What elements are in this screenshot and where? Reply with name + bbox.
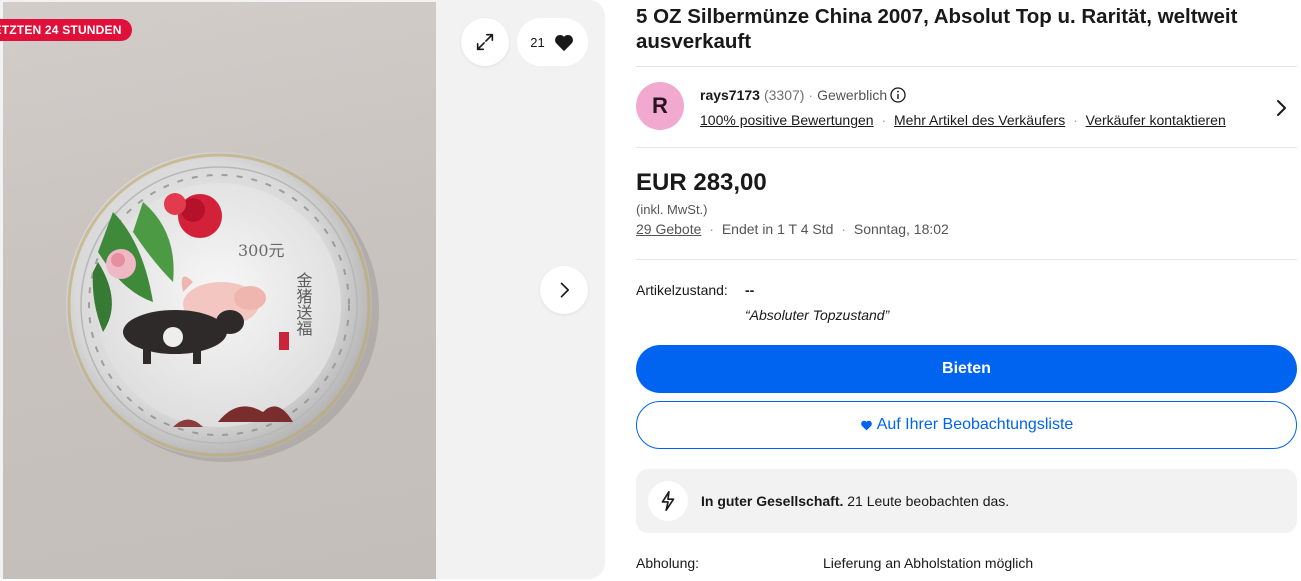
pickup-value: Lieferung an Abholstation möglich xyxy=(823,555,1034,571)
heart-icon xyxy=(860,420,872,431)
social-proof-box: In guter Gesellschaft. 21 Leute beobacht… xyxy=(636,469,1297,533)
seller-avatar[interactable]: R xyxy=(636,82,684,130)
separator: · xyxy=(881,112,887,128)
expand-image-button[interactable] xyxy=(461,18,509,66)
seller-name[interactable]: rays7173 xyxy=(700,86,760,104)
coin-denomination: 300元 xyxy=(238,241,285,260)
seller-links: 100% positive Bewertungen · Mehr Artikel… xyxy=(700,111,1226,129)
watch-count-button[interactable]: 21 xyxy=(517,18,588,66)
watchlist-label: Auf Ihrer Beobachtungsliste xyxy=(876,416,1074,433)
bids-link[interactable]: 29 Gebote xyxy=(636,221,701,237)
coin-illustration: 300元 金猪送福 xyxy=(66,152,379,462)
expand-icon xyxy=(476,33,494,51)
watch-count: 21 xyxy=(530,34,545,50)
chevron-right-icon xyxy=(560,282,569,298)
separator: · xyxy=(1073,112,1078,128)
more-items-link[interactable]: Mehr Artikel des Verkäufers xyxy=(894,112,1065,128)
condition-value: -- xyxy=(745,282,755,298)
chevron-right-icon xyxy=(1277,100,1286,116)
divider xyxy=(636,147,1297,148)
bid-button[interactable]: Bieten xyxy=(636,345,1297,393)
listing-title: 5 OZ Silbermünze China 2007, Absolut Top… xyxy=(636,5,1238,53)
info-icon[interactable] xyxy=(890,87,906,103)
next-image-button[interactable] xyxy=(540,266,588,314)
seller-feedback-count: (3307) xyxy=(763,87,805,103)
contact-seller-link[interactable]: Verkäufer kontaktieren xyxy=(1086,112,1226,128)
end-date: Sonntag, 18:02 xyxy=(853,221,949,237)
end-info: Endet in 1 T 4 Std xyxy=(721,221,834,237)
vat-note: (inkl. MwSt.) xyxy=(636,202,708,217)
price: EUR 283,00 xyxy=(636,169,767,196)
social-proof-text: In guter Gesellschaft. 21 Leute beobacht… xyxy=(701,493,1010,509)
divider xyxy=(636,66,1297,67)
product-image[interactable]: 300元 金猪送福 xyxy=(3,2,436,579)
last-24-hours-badge: LETZTEN 24 STUNDEN xyxy=(0,19,132,41)
coin-inscription: 金猪送福 xyxy=(294,272,313,336)
pickup-label: Abholung: xyxy=(636,555,700,571)
separator: · xyxy=(841,221,846,237)
heart-icon xyxy=(554,34,573,52)
separator: · xyxy=(808,87,814,103)
watchlist-button[interactable]: Auf Ihrer Beobachtungsliste xyxy=(636,401,1297,449)
bid-info: 29 Gebote · Endet in 1 T 4 Std · Sonntag… xyxy=(636,221,949,237)
divider xyxy=(636,259,1297,260)
image-gallery: 300元 金猪送福 LETZTEN 24 STUNDEN 21 xyxy=(0,0,605,579)
seller-type: Gewerblich xyxy=(817,87,888,103)
positive-feedback-link[interactable]: 100% positive Bewertungen xyxy=(700,112,874,128)
listing-page: 300元 金猪送福 LETZTEN 24 STUNDEN 21 xyxy=(0,0,1301,581)
seller-info: rays7173 (3307) · Gewerblich xyxy=(700,86,906,104)
separator: · xyxy=(709,221,714,237)
lightning-icon xyxy=(648,481,688,521)
seller-details-button[interactable] xyxy=(1274,98,1290,123)
condition-label: Artikelzustand: xyxy=(636,282,728,298)
condition-note: “Absoluter Topzustand” xyxy=(745,307,890,323)
